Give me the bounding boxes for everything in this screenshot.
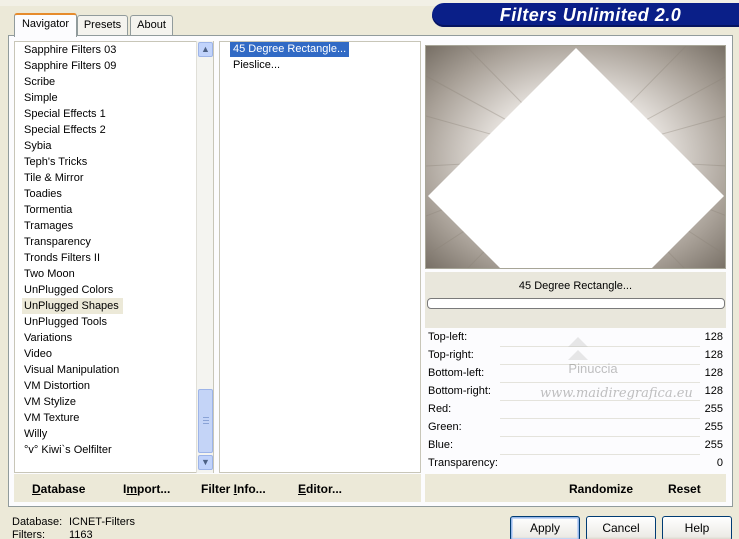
list-item[interactable]: Sapphire Filters 09 bbox=[24, 58, 120, 74]
tab-navigator[interactable]: Navigator bbox=[14, 13, 77, 37]
preview-effect-name: 45 Degree Rectangle... bbox=[518, 280, 633, 292]
list-item[interactable]: Tile & Mirror bbox=[24, 170, 87, 186]
watermark-arrow-icon bbox=[568, 337, 588, 347]
list-item[interactable]: °v° Kiwi`s Oelfilter bbox=[24, 442, 116, 458]
param-value-blue[interactable]: 255 bbox=[650, 437, 723, 454]
list-item[interactable]: UnPlugged Tools bbox=[24, 314, 111, 330]
tab-about[interactable]: About bbox=[130, 15, 173, 36]
list-item[interactable]: Simple bbox=[24, 90, 62, 106]
param-value-top-left[interactable]: 128 bbox=[650, 329, 723, 346]
list-item[interactable]: Special Effects 1 bbox=[24, 106, 110, 122]
list-item[interactable]: Video bbox=[24, 346, 56, 362]
filter-category-list[interactable]: Sapphire Filters 03 Sapphire Filters 09 … bbox=[14, 41, 214, 473]
param-value-bottom-left[interactable]: 128 bbox=[650, 365, 723, 382]
list-item[interactable]: VM Stylize bbox=[24, 394, 80, 410]
import-button[interactable]: Import... bbox=[123, 481, 170, 497]
database-button[interactable]: Database bbox=[32, 481, 85, 497]
watermark-url: www.maidiregrafica.eu bbox=[540, 386, 693, 401]
status-database-label: Database: bbox=[12, 516, 63, 528]
scroll-up-icon[interactable]: ▲ bbox=[198, 42, 213, 57]
param-value-transparency[interactable]: 0 bbox=[650, 455, 723, 472]
tab-presets[interactable]: Presets bbox=[77, 15, 128, 36]
effect-list[interactable]: 45 Degree Rectangle... Pieslice... bbox=[219, 41, 421, 473]
list-item[interactable]: Tronds Filters II bbox=[24, 250, 104, 266]
list-item[interactable]: Tormentia bbox=[24, 202, 76, 218]
param-value-red[interactable]: 255 bbox=[650, 401, 723, 418]
list-item[interactable]: Special Effects 2 bbox=[24, 122, 110, 138]
editor-button[interactable]: Editor... bbox=[298, 481, 342, 497]
param-label-top-left: Top-left: bbox=[428, 331, 468, 343]
watermark-name: Pinuccia bbox=[568, 361, 618, 376]
app-title: Filters Unlimited 2.0 bbox=[499, 5, 682, 25]
param-label-green: Green: bbox=[428, 421, 462, 433]
help-button[interactable]: Help bbox=[662, 516, 732, 539]
preview-image bbox=[426, 46, 725, 268]
status-filters-value: 1163 bbox=[69, 529, 93, 539]
list-item[interactable]: Variations bbox=[24, 330, 76, 346]
param-label-bottom-right: Bottom-right: bbox=[428, 385, 491, 397]
effect-preview bbox=[425, 45, 726, 269]
list-item[interactable]: Visual Manipulation bbox=[24, 362, 123, 378]
param-value-bottom-right[interactable]: 128 bbox=[650, 383, 723, 400]
filter-list-scrollbar[interactable]: ▲ ▼ bbox=[196, 41, 213, 473]
param-value-green[interactable]: 255 bbox=[650, 419, 723, 436]
param-label-top-right: Top-right: bbox=[428, 349, 474, 361]
param-label-bottom-left: Bottom-left: bbox=[428, 367, 485, 379]
list-item[interactable]: Sybia bbox=[24, 138, 56, 154]
progress-bar bbox=[427, 298, 725, 309]
list-item[interactable]: Tramages bbox=[24, 218, 77, 234]
list-item[interactable]: Toadies bbox=[24, 186, 66, 202]
list-item[interactable]: Scribe bbox=[24, 74, 59, 90]
list-item[interactable]: Transparency bbox=[24, 234, 95, 250]
list-item[interactable]: Willy bbox=[24, 426, 51, 442]
scrollbar-thumb[interactable] bbox=[198, 389, 213, 453]
param-label-transparency: Transparency: bbox=[428, 457, 498, 469]
effect-item[interactable]: Pieslice... bbox=[230, 58, 283, 73]
watermark-arrow-icon bbox=[568, 350, 588, 360]
param-value-top-right[interactable]: 128 bbox=[650, 347, 723, 364]
scroll-down-icon[interactable]: ▼ bbox=[198, 455, 213, 470]
effect-item-selected[interactable]: 45 Degree Rectangle... bbox=[230, 42, 350, 57]
list-item[interactable]: Sapphire Filters 03 bbox=[24, 42, 120, 58]
filter-info-button[interactable]: Filter Info... bbox=[201, 481, 266, 497]
status-filters-label: Filters: bbox=[12, 529, 45, 539]
param-label-red: Red: bbox=[428, 403, 452, 415]
param-label-blue: Blue: bbox=[428, 439, 454, 451]
list-item[interactable]: Two Moon bbox=[24, 266, 79, 282]
list-item[interactable]: VM Distortion bbox=[24, 378, 94, 394]
list-item-selected[interactable]: UnPlugged Shapes bbox=[22, 298, 123, 314]
apply-button[interactable]: Apply bbox=[510, 516, 580, 539]
randomize-button[interactable]: Randomize bbox=[569, 481, 633, 497]
status-database-value: ICNET-Filters bbox=[69, 516, 135, 528]
list-item[interactable]: Teph's Tricks bbox=[24, 154, 91, 170]
list-item[interactable]: VM Texture bbox=[24, 410, 83, 426]
cancel-button[interactable]: Cancel bbox=[586, 516, 656, 539]
reset-button[interactable]: Reset bbox=[668, 481, 701, 497]
list-item[interactable]: UnPlugged Colors bbox=[24, 282, 117, 298]
